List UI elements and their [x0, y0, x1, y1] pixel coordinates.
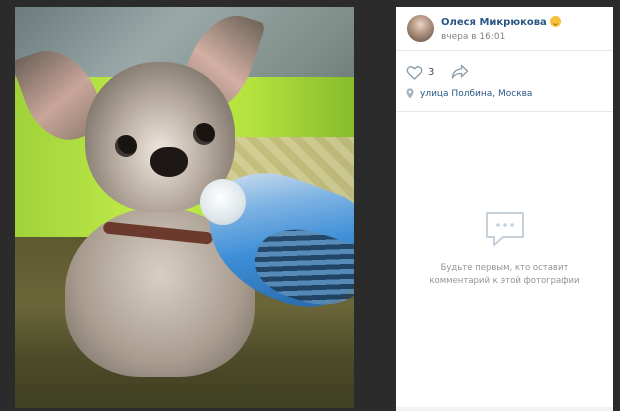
comments-section: Будьте первым, кто оставит комментарий к…	[396, 112, 613, 411]
comments-empty-message: Будьте первым, кто оставит комментарий к…	[429, 263, 580, 286]
like-count: 3	[428, 66, 435, 78]
photo-dog-right-eye	[193, 123, 215, 145]
location-link[interactable]: улица Полбина, Москва	[420, 89, 532, 99]
photo[interactable]	[15, 7, 354, 408]
map-pin-icon	[406, 88, 414, 99]
author-avatar[interactable]	[407, 15, 434, 42]
author-name-text[interactable]: Олеся Микрюкова	[441, 17, 547, 28]
smiling-face-emoji-icon	[549, 16, 561, 27]
panel-bottom-divider	[396, 407, 613, 411]
photo-dog-left-eye	[115, 135, 137, 157]
author-name[interactable]: Олеся Микрюкова	[441, 16, 561, 28]
post-actions: 3 улица Полбина, Москва	[396, 51, 613, 112]
photo-viewer: Олеся Микрюкова вчера в 16:01 3 улица По…	[0, 0, 620, 411]
post-timestamp[interactable]: вчера в 16:01	[441, 32, 505, 42]
chat-bubble-icon	[486, 212, 524, 246]
photo-parakeet-head	[200, 179, 246, 225]
location: улица Полбина, Москва	[406, 88, 532, 99]
photo-dog-nose	[150, 147, 188, 177]
share-arrow-icon[interactable]	[451, 64, 469, 79]
author-block: Олеся Микрюкова вчера в 16:01	[396, 7, 613, 51]
heart-outline-icon	[406, 65, 423, 80]
photo-info-panel: Олеся Микрюкова вчера в 16:01 3 улица По…	[396, 7, 613, 411]
like-button[interactable]: 3	[406, 64, 434, 80]
